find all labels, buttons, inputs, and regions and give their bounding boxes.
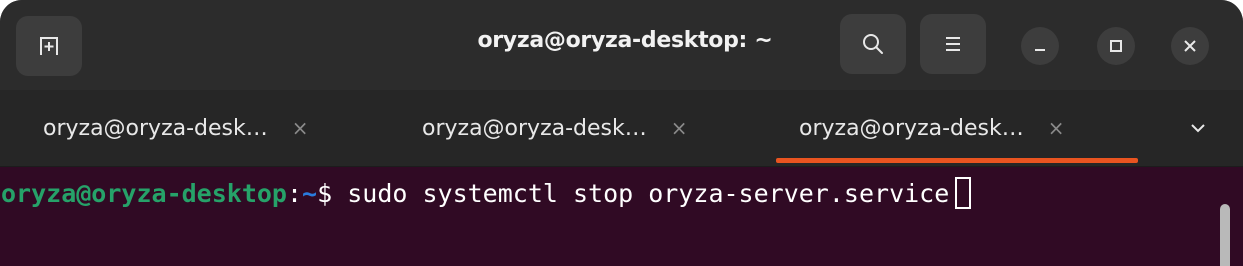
hamburger-menu-icon (946, 37, 960, 51)
tab-2[interactable]: oryza@oryza-desk… × (422, 90, 688, 166)
command-line: oryza@oryza-desktop:~$ sudo systemctl st… (1, 177, 972, 209)
tab-label: oryza@oryza-desk… (43, 115, 268, 141)
chevron-down-icon (1191, 124, 1205, 133)
command-text: sudo systemctl stop oryza-server.service (347, 179, 950, 208)
tab-close-icon[interactable]: × (671, 116, 688, 140)
tab-1[interactable]: oryza@oryza-desk… × (43, 90, 309, 166)
tab-close-icon[interactable]: × (1048, 116, 1065, 140)
search-icon (863, 34, 883, 54)
maximize-button[interactable] (1097, 27, 1135, 65)
prompt-path: ~ (302, 179, 318, 208)
maximize-icon (1110, 40, 1122, 52)
header-bar: oryza@oryza-desktop: ~ (0, 0, 1243, 90)
terminal-window: oryza@oryza-desktop: ~ oryza@oryza-desk…… (0, 0, 1243, 266)
new-tab-icon (40, 37, 58, 55)
tab-label: oryza@oryza-desk… (799, 115, 1024, 141)
tab-label: oryza@oryza-desk… (422, 115, 647, 141)
close-icon (1184, 40, 1196, 52)
text-cursor (955, 177, 972, 209)
active-tab-indicator (776, 158, 1138, 163)
close-button[interactable] (1171, 27, 1209, 65)
menu-button[interactable] (920, 14, 986, 74)
prompt-colon: : (286, 179, 303, 208)
terminal-area[interactable]: oryza@oryza-desktop:~$ sudo systemctl st… (0, 167, 1243, 266)
tab-close-icon[interactable]: × (292, 116, 309, 140)
prompt-user-host: oryza@oryza-desktop (1, 179, 287, 208)
search-button[interactable] (840, 14, 906, 74)
window-title: oryza@oryza-desktop: ~ (477, 28, 773, 53)
scrollbar-thumb[interactable] (1220, 204, 1230, 266)
new-tab-button[interactable] (16, 16, 82, 76)
tab-3-active[interactable]: oryza@oryza-desk… × (799, 90, 1065, 166)
prompt-symbol: $ (317, 179, 348, 208)
tab-bar: oryza@oryza-desk… × oryza@oryza-desk… × … (0, 90, 1243, 167)
tab-list-dropdown-button[interactable] (1178, 110, 1218, 146)
minimize-icon (1035, 49, 1045, 51)
minimize-button[interactable] (1021, 27, 1059, 65)
